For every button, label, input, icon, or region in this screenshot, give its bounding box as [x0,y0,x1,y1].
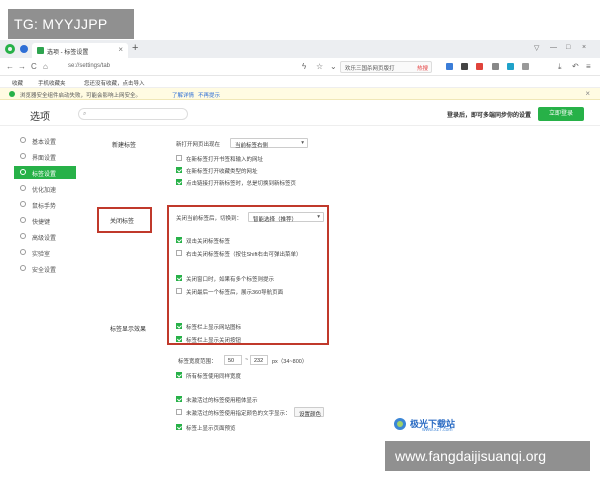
tab-width-min-input[interactable]: 50 [224,355,242,365]
checkbox[interactable] [176,179,182,185]
switch-after-close-value: 智能选择（推荐） [253,216,298,223]
section-new-tab: 新建标签 [112,143,137,149]
xz7-logo-icon [394,418,406,430]
tab-width-min: 50 [228,357,235,364]
checkbox[interactable] [176,250,182,256]
browser-window: 选项 - 标签设置 × + ▽ — □ × ← → C ⌂ se://setti… [0,40,600,442]
checkbox[interactable] [176,288,182,294]
set-color-label: 设置颜色 [299,411,322,418]
tab-width-label: 标签宽度范围： [178,359,217,365]
xz7-watermark: 极光下载站 www.xz7.com [388,416,472,436]
checkbox[interactable] [176,155,182,161]
checkbox[interactable] [176,372,182,378]
site-badge: www.fangdaijisuanqi.org [385,441,590,471]
checkbox[interactable] [176,396,182,402]
option-label: 未激活过的标签使用粗体显示 [186,398,258,404]
checkbox[interactable] [176,336,182,342]
section-tab-display: 标签显示效果 [110,327,147,333]
open-position-label: 新打开网页出现在 [176,142,221,148]
tg-badge: TG: MYYJJPP [8,9,134,39]
option-label: 未激活过的标签使用指定颜色的文字显示： [186,411,291,417]
checkbox[interactable] [176,237,182,243]
checkbox[interactable] [176,424,182,430]
checkbox[interactable] [176,409,182,415]
watermark-url: www.xz7.com [422,427,453,433]
switch-after-close-label: 关闭当前标签后，切换到： [176,216,243,222]
tab-width-max: 232 [254,357,264,364]
option-label: 在新标签打开书签和输入的网址 [186,157,264,163]
option-label: 标签栏上显示关闭按钮 [186,338,242,344]
tab-width-sep: ~ [245,357,249,363]
checkbox[interactable] [176,323,182,329]
set-color-button[interactable]: 设置颜色 [294,407,324,418]
tab-width-max-input[interactable]: 232 [250,355,268,365]
switch-after-close-select[interactable]: 智能选择（推荐） ▾ [248,212,324,223]
option-label: 点击链接打开新标签时，总是切换到新标签页 [186,181,297,187]
checkbox[interactable] [176,167,182,173]
option-label: 关闭最后一个标签后，展示360导航页面 [186,290,284,296]
open-position-select[interactable]: 当前标签右侧 ▾ [230,138,308,149]
chevron-down-icon: ▾ [317,214,320,220]
option-label: 在新标签打开收藏类型的网址 [186,169,258,175]
option-label: 标签上显示页面预览 [186,426,236,432]
option-label: 所有标签使用同样宽度 [186,374,242,380]
chevron-down-icon: ▾ [301,140,304,146]
option-label: 双击关闭标签标签 [186,239,231,245]
tab-width-unit: px（34~800） [272,359,308,365]
settings-content: 新建标签 新打开网页出现在 当前标签右侧 ▾ 在新标签打开书签和输入的网址 在新… [0,40,600,442]
option-label: 标签栏上显示网站图标 [186,325,242,331]
option-label: 关闭窗口时，如果有多个标签则提示 [186,277,275,283]
checkbox[interactable] [176,275,182,281]
open-position-value: 当前标签右侧 [235,142,269,149]
section-close-tab: 关闭标签 [110,219,135,225]
option-label: 右击关闭标签标签（按住Shift右击可弹出菜单） [186,252,302,258]
